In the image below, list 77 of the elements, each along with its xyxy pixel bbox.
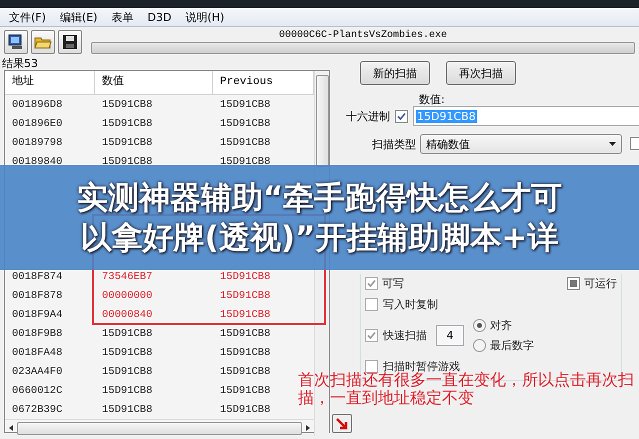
value-cell: 15D91CB8 <box>102 404 152 416</box>
previous-value-cell: 15D91CB8 <box>220 270 270 282</box>
menu-item[interactable]: D3D <box>142 10 176 24</box>
address-cell: 0018F874 <box>12 270 62 282</box>
column-header[interactable]: 数值 <box>95 71 213 94</box>
process-name: 00000C6C-PlantsVsZombies.exe <box>278 30 448 42</box>
save-icon[interactable] <box>58 30 82 54</box>
value-cell: 15D91CB8 <box>102 98 152 110</box>
address-cell: 00189840 <box>12 156 62 168</box>
writable-checkbox[interactable] <box>365 277 378 290</box>
value-cell: 73546EB7 <box>102 270 152 282</box>
option-label: 扫描时暂停游戏 <box>383 359 460 373</box>
column-header[interactable]: 地址 <box>5 71 95 94</box>
address-cell: 0660012C <box>12 384 62 396</box>
previous-value-cell: 15D91CB8 <box>220 366 270 378</box>
option-label: 写入时复制 <box>383 297 438 312</box>
radio-button[interactable] <box>473 319 486 332</box>
scan-type-label: 扫描类型 <box>372 136 416 152</box>
pause-checkbox[interactable] <box>365 360 378 373</box>
scroll-left-icon[interactable] <box>9 425 13 431</box>
scan-type-dropdown[interactable]: 精确数值 <box>420 134 622 154</box>
hex-label: 十六进制 <box>346 108 390 124</box>
previous-value-cell: 15D91CB8 <box>220 328 270 340</box>
fast-scan-checkbox[interactable] <box>365 329 378 342</box>
annotation-text: 首次扫描还有很多一直在变化，所以点击再次扫描，一直到地址稳定不变 <box>298 371 635 407</box>
radio-button[interactable] <box>473 339 486 352</box>
option-label: 对齐 <box>490 318 512 333</box>
address-cell: 00189798 <box>12 136 62 148</box>
previous-value-cell: 15D91CB8 <box>220 290 270 302</box>
option-label: 可写 <box>382 276 404 291</box>
value-cell: 00000840 <box>102 308 152 320</box>
scan-button[interactable]: 再次扫描 <box>446 61 516 85</box>
value-cell: 15D91CB8 <box>102 118 152 130</box>
option-label: 快速扫描 <box>383 328 427 343</box>
value-cell: 15D91CB8 <box>102 328 152 340</box>
computer-icon[interactable] <box>4 30 28 54</box>
address-cell: 001896E0 <box>12 118 62 130</box>
scan-button[interactable]: 新的扫描 <box>360 61 430 85</box>
menu-item[interactable]: 文件(F) <box>4 10 51 24</box>
results-count: 结果53 <box>1 57 39 70</box>
previous-value-cell: 15D91CB8 <box>220 118 270 130</box>
value-cell: 15D91CB8 <box>102 346 152 358</box>
address-cell: 0018F9B8 <box>12 328 62 340</box>
address-cell: 0018F9A4 <box>12 308 62 320</box>
address-cell: 0018F878 <box>12 290 62 302</box>
value-label: 数值: <box>419 93 446 106</box>
scroll-right-icon[interactable] <box>306 425 310 431</box>
caption-text: 以拿好牌(透视)”开挂辅助脚本+详 <box>80 218 558 258</box>
previous-value-cell: 15D91CB8 <box>220 346 270 358</box>
previous-value-cell: 15D91CB8 <box>220 156 270 168</box>
previous-value-cell: 15D91CB8 <box>220 98 270 110</box>
alignment-input[interactable]: 4 <box>436 325 464 346</box>
previous-value-cell: 15D91CB8 <box>220 308 270 320</box>
address-cell: 0672B39C <box>12 404 62 416</box>
value-cell: 15D91CB8 <box>102 136 152 148</box>
value-cell: 15D91CB8 <box>102 156 152 168</box>
address-cell: 0018FA48 <box>12 346 62 358</box>
dropdown-caret-icon <box>609 142 616 146</box>
open-folder-icon[interactable] <box>31 30 55 54</box>
value-cell: 15D91CB8 <box>102 384 152 396</box>
previous-value-cell: 15D91CB8 <box>220 404 270 416</box>
horizontal-scrollbar[interactable] <box>5 419 314 436</box>
menu-item[interactable]: 说明(H) <box>180 10 230 24</box>
previous-value-cell: 15D91CB8 <box>220 136 270 148</box>
menu-item[interactable]: 编辑(E) <box>54 10 102 24</box>
address-cell: 023AA4F0 <box>12 366 62 378</box>
value-cell: 15D91CB8 <box>102 366 152 378</box>
menu-item[interactable]: 表单 <box>106 10 138 24</box>
previous-value-cell: 15D91CB8 <box>220 384 270 396</box>
copy-on-write-checkbox[interactable] <box>365 298 378 311</box>
address-cell: 001896D8 <box>12 98 62 110</box>
value-cell: 00000000 <box>102 290 152 302</box>
option-label: 可运行 <box>584 276 617 291</box>
hex-checkbox[interactable] <box>395 110 408 122</box>
option-label: 最后数字 <box>490 338 534 353</box>
caption-text: 实测神器辅助“牵手跑得快怎么才可 <box>76 178 562 218</box>
executable-checkbox[interactable] <box>567 277 580 290</box>
